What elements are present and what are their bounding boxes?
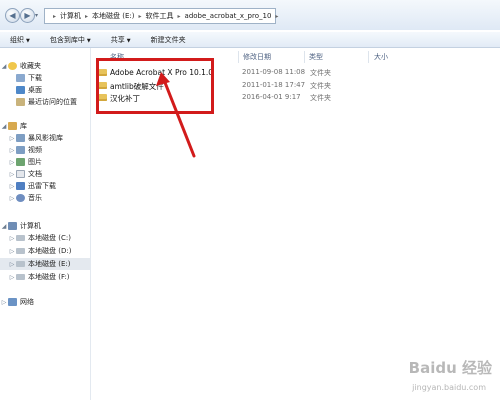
baidu-watermark-logo: Baidu 经验 bbox=[408, 359, 492, 377]
watermark-url: jingyan.baidu.com bbox=[412, 383, 486, 392]
annotation-arrow bbox=[156, 72, 196, 158]
